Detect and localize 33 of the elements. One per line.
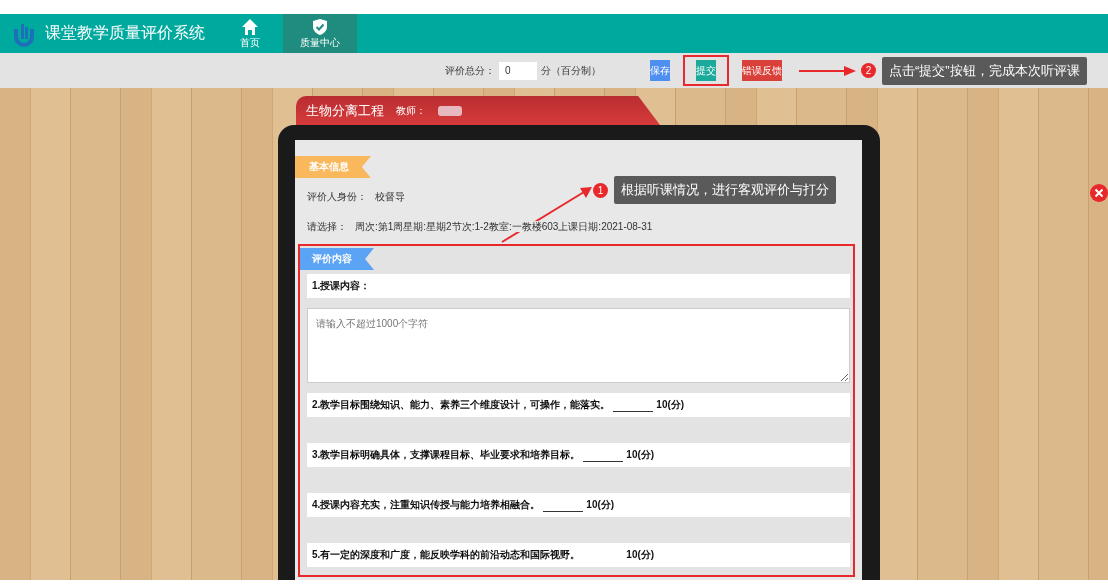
section-tag: 评价内容 <box>300 248 374 270</box>
submit-button[interactable]: 提交 <box>683 55 729 86</box>
callout-text: 根据听课情况，进行客观评价与打分 <box>614 176 836 204</box>
score-input[interactable]: 0 <box>499 61 537 80</box>
teacher-label: 教师： <box>396 103 426 118</box>
nav-tab[interactable]: 首页 <box>217 14 283 53</box>
score-label: 评价总分： <box>445 63 495 78</box>
select-label: 请选择： <box>307 221 347 232</box>
max-score: 10(分) <box>656 399 685 410</box>
max-score: 10(分) <box>586 499 615 510</box>
annotation-arrow <box>799 64 857 77</box>
score-unit: 分（百分制） <box>541 63 601 78</box>
section-tag: 基本信息 <box>295 156 371 178</box>
question-label: 5.有一定的深度和广度，能反映学科的前沿动态和国际视野。 <box>312 549 581 560</box>
shield-check-icon <box>311 17 329 36</box>
home-icon <box>241 17 259 36</box>
question-label: 2.教学目标围绕知识、能力、素养三个维度设计，可操作，能落实。 <box>312 399 611 410</box>
max-score: 10(分) <box>626 549 655 560</box>
app-title: 课堂教学质量评价系统 <box>45 23 205 43</box>
callout-text: 点击“提交”按钮，完成本次听评课 <box>882 56 1087 85</box>
nav-tab[interactable]: 质量中心 <box>283 14 357 53</box>
question-label: 3.教学目标明确具体，支撑课程目标、毕业要求和培养目标。 <box>312 449 581 460</box>
answer-box[interactable]: 请输入不超过1000个字符 <box>307 308 850 383</box>
redacted-name <box>438 105 462 116</box>
course-title: 生物分离工程 <box>306 101 384 120</box>
step-badge: 2 <box>861 63 876 78</box>
question-label: 1.授课内容： <box>307 274 850 298</box>
lesson-info: 周次:第1周星期:星期2节次:1-2教室:一教楼603上课日期:2021-08-31 <box>355 221 653 232</box>
question-label: 4.授课内容充实，注重知识传授与能力培养相融合。 <box>312 499 541 510</box>
close-icon[interactable] <box>1090 184 1108 202</box>
max-score: 10(分) <box>626 449 655 460</box>
evaluator-value: 校督导 <box>375 191 405 202</box>
evaluator-label: 评价人身份： <box>307 191 367 202</box>
